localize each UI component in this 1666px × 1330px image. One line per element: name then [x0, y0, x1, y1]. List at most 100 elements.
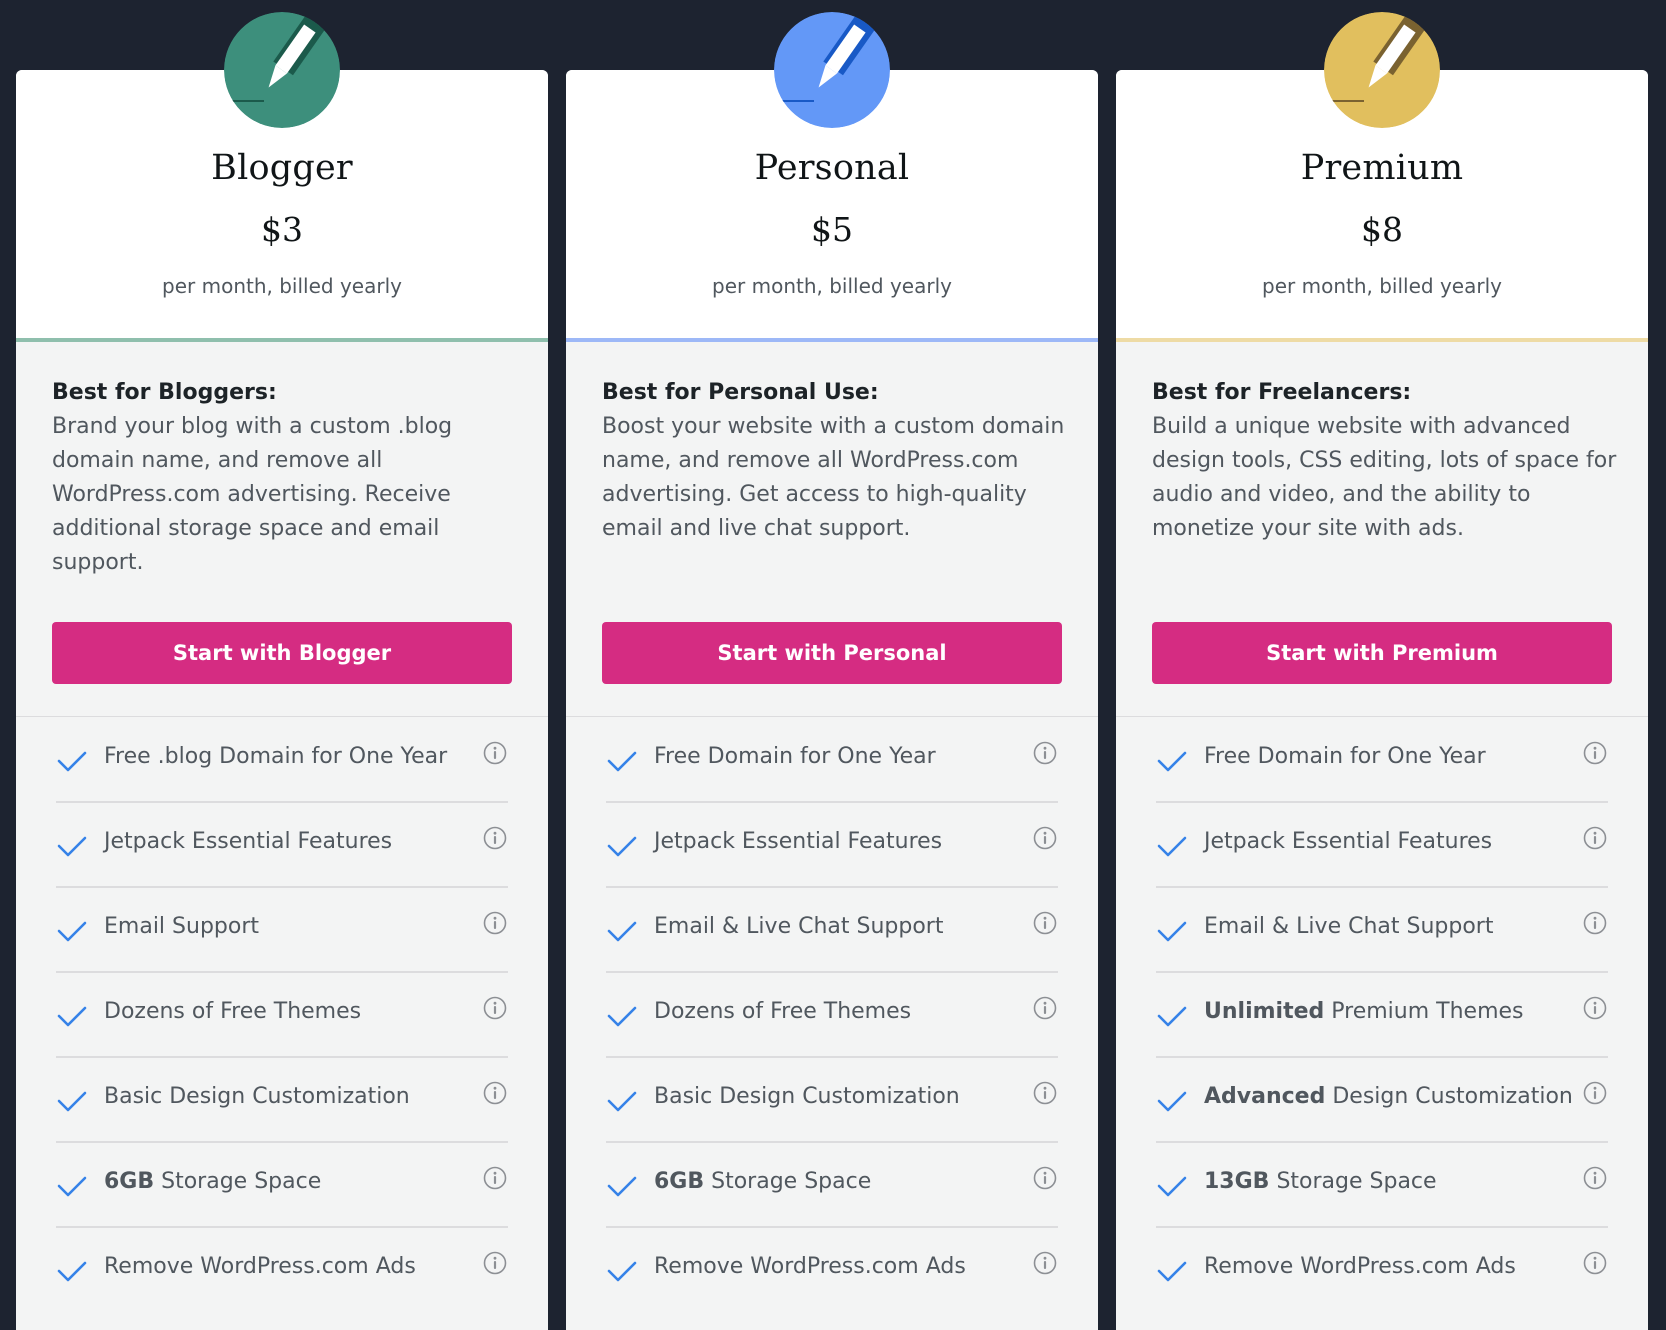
info-icon[interactable] [1032, 1080, 1058, 1106]
feature-label: Unlimited Premium Themes [1204, 999, 1564, 1024]
feature-text: Remove WordPress.com Ads [1204, 1254, 1516, 1279]
info-icon[interactable] [1582, 740, 1608, 766]
plan-accent-line [566, 338, 1098, 342]
feature-text: Email & Live Chat Support [1204, 914, 1494, 939]
feature-label: Jetpack Essential Features [654, 829, 1014, 854]
start-plan-button[interactable]: Start with Blogger [52, 622, 512, 684]
checkmark-icon [56, 1173, 88, 1199]
checkmark-icon [1156, 1003, 1188, 1029]
feature-item: Email & Live Chat Support [606, 888, 1058, 973]
info-icon[interactable] [482, 825, 508, 851]
feature-item: 6GB Storage Space [606, 1143, 1058, 1228]
feature-item: Basic Design Customization [56, 1058, 508, 1143]
feature-highlight: 13GB [1204, 1169, 1270, 1194]
feature-text: Dozens of Free Themes [104, 999, 362, 1024]
checkmark-icon [56, 1088, 88, 1114]
feature-item: Jetpack Essential Features [56, 803, 508, 888]
checkmark-icon [606, 1173, 638, 1199]
best-for-title: Best for Personal Use: [602, 380, 879, 405]
info-icon[interactable] [482, 995, 508, 1021]
feature-item: Advanced Design Customization [1156, 1058, 1608, 1143]
info-icon[interactable] [1582, 1165, 1608, 1191]
plan-name: Personal [754, 148, 910, 188]
checkmark-icon [1156, 1088, 1188, 1114]
best-for-title: Best for Freelancers: [1152, 380, 1412, 405]
checkmark-icon [56, 918, 88, 944]
feature-highlight: Advanced [1204, 1084, 1326, 1109]
info-icon[interactable] [482, 740, 508, 766]
info-icon[interactable] [482, 1250, 508, 1276]
checkmark-icon [606, 918, 638, 944]
info-icon[interactable] [1582, 995, 1608, 1021]
feature-highlight: 6GB [104, 1169, 155, 1194]
feature-item: Unlimited Premium Themes [1156, 973, 1608, 1058]
feature-text: Remove WordPress.com Ads [654, 1254, 966, 1279]
feature-text: Email Support [104, 914, 259, 939]
info-icon[interactable] [482, 910, 508, 936]
feature-text: Premium Themes [1324, 999, 1524, 1024]
checkmark-icon [606, 833, 638, 859]
checkmark-icon [606, 1258, 638, 1284]
info-icon[interactable] [1582, 910, 1608, 936]
checkmark-icon [56, 833, 88, 859]
info-icon[interactable] [1032, 1250, 1058, 1276]
feature-text: Email & Live Chat Support [654, 914, 944, 939]
checkmark-icon [56, 1258, 88, 1284]
feature-label: Basic Design Customization [104, 1084, 464, 1109]
info-icon[interactable] [1032, 1165, 1058, 1191]
feature-item: Remove WordPress.com Ads [56, 1228, 508, 1311]
pencil-icon [224, 12, 340, 128]
feature-item: Email Support [56, 888, 508, 973]
feature-item: Free .blog Domain for One Year [56, 718, 508, 803]
info-icon[interactable] [1032, 910, 1058, 936]
feature-item: 6GB Storage Space [56, 1143, 508, 1228]
checkmark-icon [1156, 1258, 1188, 1284]
feature-label: 6GB Storage Space [654, 1169, 1014, 1194]
plan-price: $5 [811, 210, 853, 249]
plan-description: Best for Freelancers: Build a unique web… [1152, 376, 1622, 546]
feature-label: 13GB Storage Space [1204, 1169, 1564, 1194]
feature-list: Free .blog Domain for One Year Jetpack E… [56, 718, 508, 1311]
feature-label: Free Domain for One Year [654, 744, 1014, 769]
checkmark-icon [56, 1003, 88, 1029]
feature-label: 6GB Storage Space [104, 1169, 464, 1194]
info-icon[interactable] [482, 1165, 508, 1191]
feature-text: Storage Space [1269, 1169, 1437, 1194]
feature-item: Dozens of Free Themes [606, 973, 1058, 1058]
feature-list: Free Domain for One Year Jetpack Essenti… [606, 718, 1058, 1311]
feature-label: Free .blog Domain for One Year [104, 744, 464, 769]
billing-note: per month, billed yearly [1262, 274, 1502, 298]
description-text: Boost your website with a custom domain … [602, 414, 1065, 541]
feature-item: Free Domain for One Year [1156, 718, 1608, 803]
feature-text: Free Domain for One Year [1204, 744, 1486, 769]
feature-label: Dozens of Free Themes [104, 999, 464, 1024]
feature-text: Jetpack Essential Features [104, 829, 393, 854]
plan-description: Best for Personal Use: Boost your websit… [602, 376, 1072, 546]
checkmark-icon [56, 748, 88, 774]
info-icon[interactable] [1582, 825, 1608, 851]
plan-name: Premium [1300, 148, 1464, 188]
start-plan-button[interactable]: Start with Premium [1152, 622, 1612, 684]
info-icon[interactable] [1032, 740, 1058, 766]
info-icon[interactable] [1032, 995, 1058, 1021]
feature-highlight: Unlimited [1204, 999, 1325, 1024]
start-plan-button[interactable]: Start with Personal [602, 622, 1062, 684]
divider [566, 716, 1098, 717]
feature-text: Design Customization [1325, 1084, 1573, 1109]
info-icon[interactable] [482, 1080, 508, 1106]
info-icon[interactable] [1032, 825, 1058, 851]
feature-label: Basic Design Customization [654, 1084, 1014, 1109]
feature-label: Remove WordPress.com Ads [104, 1254, 464, 1279]
description-text: Brand your blog with a custom .blog doma… [52, 414, 453, 575]
feature-text: Free .blog Domain for One Year [104, 744, 448, 769]
feature-label: Advanced Design Customization [1204, 1084, 1573, 1109]
feature-label: Email & Live Chat Support [654, 914, 1014, 939]
info-icon[interactable] [1582, 1250, 1608, 1276]
info-icon[interactable] [1582, 1080, 1608, 1106]
feature-item: Remove WordPress.com Ads [606, 1228, 1058, 1311]
checkmark-icon [1156, 1173, 1188, 1199]
divider [16, 716, 548, 717]
billing-note: per month, billed yearly [162, 274, 402, 298]
feature-label: Free Domain for One Year [1204, 744, 1564, 769]
plan-accent-line [1116, 338, 1648, 342]
